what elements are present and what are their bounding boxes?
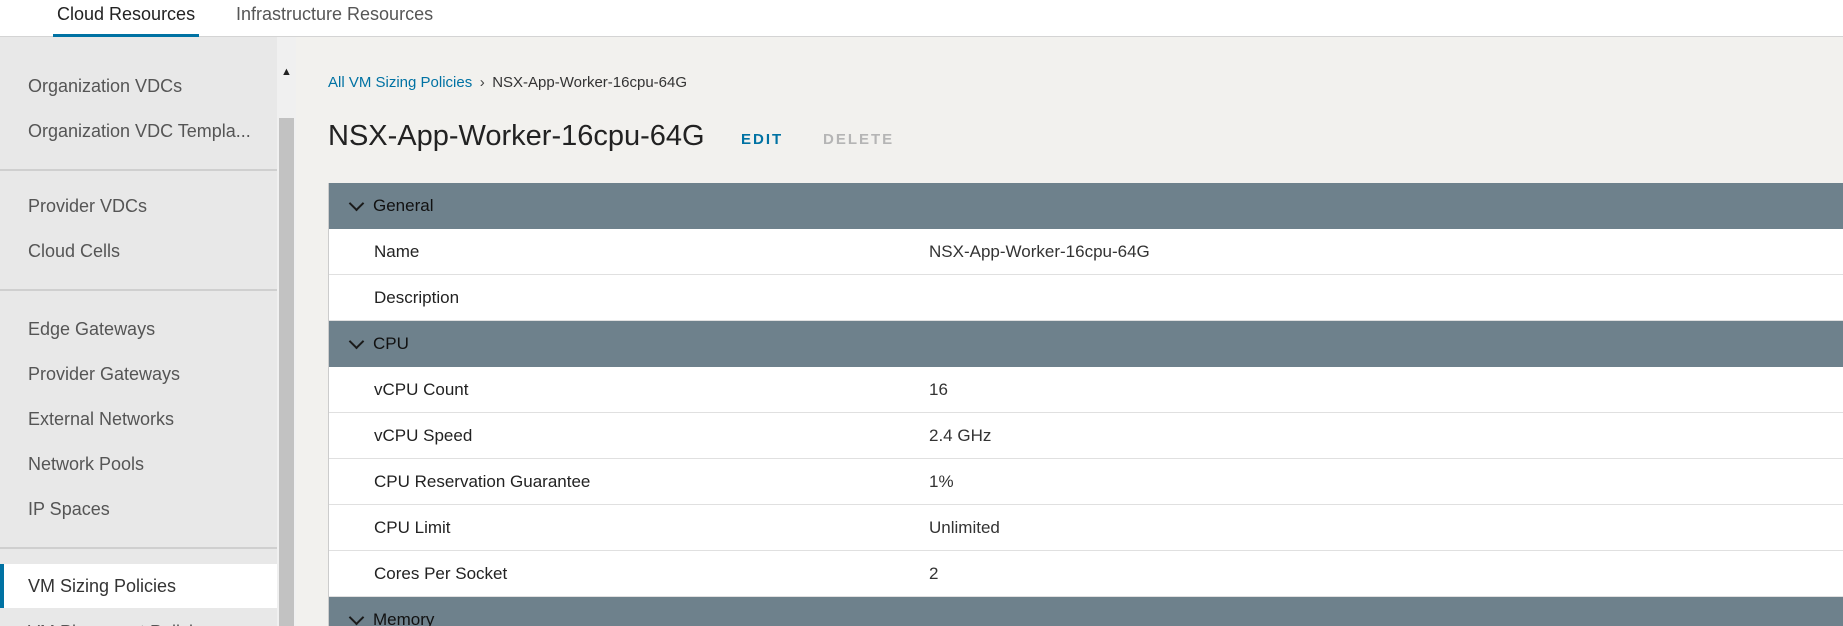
policy-details-panel: General Name NSX-App-Worker-16cpu-64G De… — [328, 183, 1843, 626]
detail-value: 16 — [929, 379, 948, 399]
detail-label: Name — [374, 241, 420, 261]
sidebar-divider — [0, 547, 277, 549]
chevron-down-icon — [347, 597, 367, 626]
breadcrumb-current: NSX-App-Worker-16cpu-64G — [492, 74, 688, 91]
main-content: All VM Sizing Policies › NSX-App-Worker-16… — [296, 37, 1843, 626]
section-title: CPU — [373, 334, 409, 353]
page-title: NSX-App-Worker-16cpu-64G — [328, 120, 705, 152]
sidebar-item-cloud-cells[interactable]: Cloud Cells — [0, 229, 277, 273]
detail-value: 2.4 GHz — [929, 425, 992, 445]
detail-row-description: Description — [329, 275, 1843, 321]
detail-value: 2 — [929, 563, 939, 583]
detail-value: 1% — [929, 471, 954, 491]
sidebar-item-edge-gateways[interactable]: Edge Gateways — [0, 307, 277, 351]
section-header-cpu[interactable]: CPU — [329, 321, 1843, 367]
tab-cloud-resources[interactable]: Cloud Resources — [53, 0, 200, 37]
chevron-down-icon — [347, 183, 367, 229]
detail-row-cpu-limit: CPU Limit Unlimited — [329, 505, 1843, 551]
detail-label: CPU Reservation Guarantee — [374, 471, 591, 491]
sidebar: Organization VDCs Organization VDC Templ… — [0, 37, 277, 626]
top-navigation: Cloud Resources Infrastructure Resources — [0, 0, 1843, 37]
detail-row-name: Name NSX-App-Worker-16cpu-64G — [329, 229, 1843, 275]
sidebar-item-vm-sizing-policies[interactable]: VM Sizing Policies — [0, 564, 277, 608]
chevron-right-icon: › — [479, 74, 485, 91]
sidebar-divider — [0, 289, 277, 291]
scrollbar-thumb[interactable] — [279, 118, 294, 626]
section-title: Memory — [373, 610, 435, 626]
sidebar-item-organization-vdc-templates[interactable]: Organization VDC Templa... — [0, 109, 277, 153]
detail-value: Unlimited — [929, 517, 1000, 537]
detail-label: vCPU Count — [374, 379, 469, 399]
edit-button[interactable]: EDIT — [741, 131, 783, 148]
detail-label: Cores Per Socket — [374, 563, 508, 583]
sidebar-scrollbar[interactable]: ▲ — [277, 37, 296, 626]
detail-label: CPU Limit — [374, 517, 451, 537]
section-header-memory[interactable]: Memory — [329, 597, 1843, 626]
section-title: General — [373, 196, 434, 215]
sidebar-item-provider-gateways[interactable]: Provider Gateways — [0, 352, 277, 396]
sidebar-item-vm-placement-policies[interactable]: VM Placement Policies — [0, 610, 277, 626]
detail-row-cores-per-socket: Cores Per Socket 2 — [329, 551, 1843, 597]
chevron-down-icon — [347, 321, 367, 367]
tab-infrastructure-resources[interactable]: Infrastructure Resources — [232, 0, 437, 37]
detail-row-vcpu-count: vCPU Count 16 — [329, 367, 1843, 413]
section-header-general[interactable]: General — [329, 183, 1843, 229]
detail-label: vCPU Speed — [374, 425, 473, 445]
sidebar-item-organization-vdcs[interactable]: Organization VDCs — [0, 64, 277, 108]
detail-value: NSX-App-Worker-16cpu-64G — [929, 241, 1150, 261]
scroll-up-arrow-icon[interactable]: ▲ — [277, 62, 296, 82]
sidebar-divider — [0, 169, 277, 171]
detail-label: Description — [374, 287, 460, 307]
sidebar-item-provider-vdcs[interactable]: Provider VDCs — [0, 184, 277, 228]
detail-row-cpu-reservation-guarantee: CPU Reservation Guarantee 1% — [329, 459, 1843, 505]
breadcrumb: All VM Sizing Policies › NSX-App-Worker-16… — [328, 74, 687, 91]
breadcrumb-link-all-vm-sizing-policies[interactable]: All VM Sizing Policies — [328, 74, 472, 91]
sidebar-item-ip-spaces[interactable]: IP Spaces — [0, 487, 277, 531]
sidebar-item-external-networks[interactable]: External Networks — [0, 397, 277, 441]
detail-row-vcpu-speed: vCPU Speed 2.4 GHz — [329, 413, 1843, 459]
sidebar-item-network-pools[interactable]: Network Pools — [0, 442, 277, 486]
delete-button: DELETE — [823, 131, 895, 148]
